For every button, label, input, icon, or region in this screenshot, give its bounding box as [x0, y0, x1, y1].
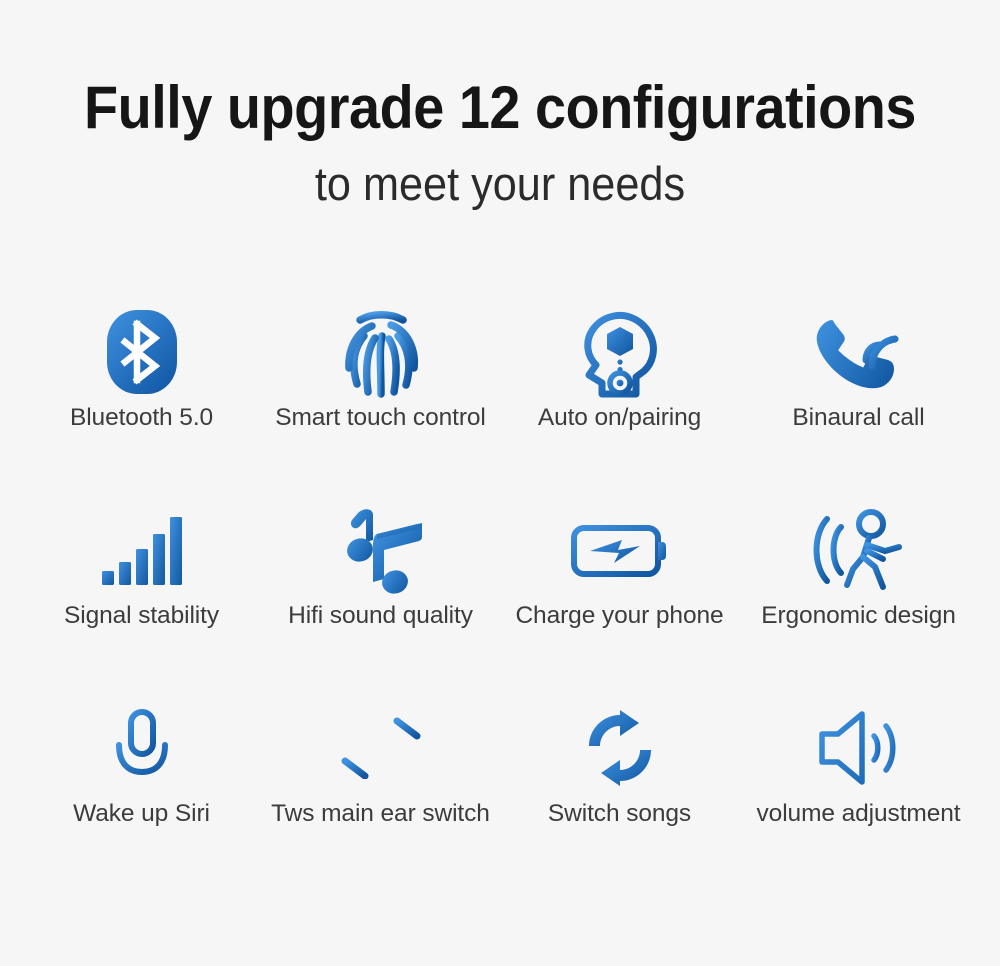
- page-subtitle: to meet your needs: [314, 157, 686, 210]
- feature-item-binaural-call: Binaural call: [739, 300, 978, 498]
- promo-feature-page: Fully upgrade 12 configurations to meet …: [0, 0, 1000, 966]
- loop-arrows-icon: [581, 696, 659, 800]
- feature-label: Tws main ear switch: [271, 800, 490, 827]
- feature-label: Smart touch control: [275, 404, 486, 431]
- feature-label: Ergonomic design: [761, 602, 956, 629]
- battery-charge-icon: [570, 498, 670, 602]
- feature-label: Bluetooth 5.0: [69, 404, 214, 431]
- feature-label: Signal stability: [63, 602, 219, 629]
- feature-item-smart-touch: Smart touch control: [261, 300, 500, 498]
- signal-bars-icon: [100, 498, 184, 602]
- feature-item-signal-stability: Signal stability: [22, 498, 261, 696]
- feature-item-bluetooth: Bluetooth 5.0: [22, 300, 261, 498]
- feature-label: Binaural call: [792, 404, 925, 431]
- feature-label: volume adjustment: [756, 800, 961, 827]
- feature-item-volume-adjustment: volume adjustment: [739, 696, 978, 894]
- feature-item-auto-pairing: Auto on/pairing: [500, 300, 739, 498]
- feature-item-hifi-sound: Hifi sound quality: [261, 498, 500, 696]
- music-notes-icon: [339, 498, 423, 602]
- feature-item-switch-songs: Switch songs: [500, 696, 739, 894]
- walking-person-waves-icon: [813, 498, 905, 602]
- bluetooth-icon: [103, 300, 181, 404]
- head-auto-pairing-icon: [580, 300, 660, 404]
- feature-item-charge-phone: Charge your phone: [500, 498, 739, 696]
- two-way-arrows-icon: [335, 696, 427, 800]
- fingerprint-icon: [338, 300, 424, 404]
- feature-label: Charge your phone: [515, 602, 724, 629]
- phone-call-waves-icon: [814, 300, 904, 404]
- microphone-icon: [108, 696, 176, 800]
- feature-label: Wake up Siri: [73, 800, 210, 827]
- feature-item-wake-siri: Wake up Siri: [22, 696, 261, 894]
- page-title: Fully upgrade 12 configurations: [83, 74, 916, 141]
- speaker-volume-icon: [816, 696, 902, 800]
- feature-item-ergonomic-design: Ergonomic design: [739, 498, 978, 696]
- feature-grid: Bluetooth 5.0 Smart touch control Auto o…: [22, 300, 978, 894]
- feature-item-tws-switch: Tws main ear switch: [261, 696, 500, 894]
- header-block: Fully upgrade 12 configurations to meet …: [0, 0, 1000, 210]
- feature-label: Auto on/pairing: [537, 404, 702, 431]
- feature-label: Hifi sound quality: [288, 602, 473, 629]
- feature-label: Switch songs: [547, 800, 692, 827]
